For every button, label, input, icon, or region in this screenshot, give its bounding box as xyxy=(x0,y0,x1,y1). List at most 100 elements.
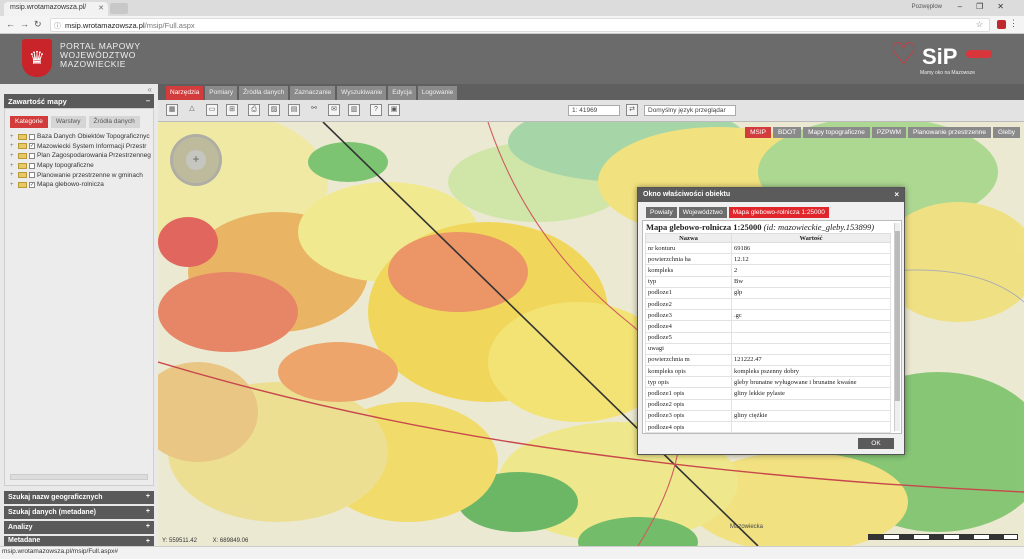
help-icon[interactable]: ? xyxy=(370,104,382,116)
dialog-titlebar[interactable]: Okno właściwości obiektu × xyxy=(638,188,904,202)
comment-icon[interactable]: ✉ xyxy=(328,104,340,116)
tab-zrodla-danych[interactable]: Źródła danych xyxy=(88,116,140,128)
tab-narzedzia[interactable]: Narzędzia xyxy=(166,86,204,100)
apply-scale-icon[interactable]: ⇄ xyxy=(626,104,638,116)
tab-edycja[interactable]: Edycja xyxy=(388,86,416,100)
layer-checkbox[interactable]: ✓ xyxy=(29,143,35,150)
layer-item[interactable]: + Plan Zagospodarowania Przestrzenneg xyxy=(10,151,152,161)
tab-zaznaczanie[interactable]: Zaznaczanie xyxy=(290,86,336,100)
scrollbar-thumb[interactable] xyxy=(895,231,900,401)
tab-wojewodztwo[interactable]: Województwo xyxy=(678,207,727,218)
reload-icon[interactable]: ↻ xyxy=(34,19,42,30)
service-pzpwm[interactable]: PZPWM xyxy=(871,127,907,138)
tab-logowanie[interactable]: Logowanie xyxy=(417,86,458,100)
dialog-content: Mapa glebowo-rolnicza 1:25000 (id: mazow… xyxy=(642,220,902,434)
expand-icon[interactable]: + xyxy=(10,134,16,140)
language-select[interactable]: Domyślny język przeglądar xyxy=(644,105,736,116)
pan-zoom-control[interactable]: + xyxy=(170,134,222,186)
service-planowanie[interactable]: Planowanie przestrzenne xyxy=(908,127,992,138)
attribute-name: podloze5 xyxy=(645,331,732,344)
print-icon[interactable]: ⎙ xyxy=(248,104,260,116)
layer-item[interactable]: + Mapy topograficzne xyxy=(10,161,152,171)
tab-powiaty[interactable]: Powiaty xyxy=(646,207,677,218)
portal-title[interactable]: PORTAL MAPOWY WOJEWÓDZTWO MAZOWIECKIE xyxy=(60,42,141,69)
layer-item[interactable]: + Planowanie przestrzenne w gminach xyxy=(10,170,152,180)
layer-tree-scrollbar[interactable] xyxy=(10,474,148,480)
browser-menu-icon[interactable]: ⋮ xyxy=(1009,18,1018,29)
bookmark-star-icon[interactable]: ☆ xyxy=(976,20,983,29)
map-content-header: Zawartość mapy – xyxy=(4,94,154,108)
layout-icon[interactable]: ▤ xyxy=(288,104,300,116)
accordion-search-metadata[interactable]: Szukaj danych (metadane) + xyxy=(4,506,154,519)
ok-button[interactable]: OK xyxy=(858,438,894,449)
forward-icon[interactable]: → xyxy=(20,19,29,29)
attribute-value xyxy=(731,342,891,355)
accordion-analyses[interactable]: Analizy + xyxy=(4,521,154,534)
column-header-name: Nazwa xyxy=(645,233,732,243)
expand-icon[interactable]: + xyxy=(10,182,16,188)
service-msip[interactable]: MSIP xyxy=(745,127,772,138)
zoom-plus-icon[interactable]: + xyxy=(186,150,206,170)
layer-item[interactable]: + ✓ Mapa glebowo-rolnicza xyxy=(10,180,152,190)
accordion-metadata[interactable]: Metadane + xyxy=(4,536,154,546)
link-icon[interactable]: ⚯ xyxy=(308,104,320,116)
feature-heading: Mapa glebowo-rolnicza 1:25000 (id: mazow… xyxy=(643,221,901,233)
layer-checkbox[interactable] xyxy=(29,162,35,169)
close-icon[interactable]: × xyxy=(894,190,899,199)
sip-logo[interactable]: ♡ SiP Mamy oko na Mazowsze xyxy=(890,40,994,78)
tab-close-icon[interactable]: ✕ xyxy=(98,4,104,12)
layer-checkbox[interactable] xyxy=(29,172,35,179)
sip-logo-subtitle: Mamy oko na Mazowsze xyxy=(920,70,976,76)
expand-icon[interactable]: + xyxy=(10,153,16,159)
scale-select[interactable]: 1: 41969 xyxy=(568,105,620,116)
layer-item[interactable]: + ✓ Mazowiecki System Informacji Przestr xyxy=(10,142,152,152)
url-field[interactable]: ⓘ msip.wrotamazowsza.pl/msip/Full.aspx ☆ xyxy=(50,18,990,32)
layer-item[interactable]: + Baza Danych Obiektów Topograficznyc xyxy=(10,132,152,142)
coord-y: Y: 559511.42 xyxy=(162,538,197,544)
expand-icon[interactable]: + xyxy=(10,143,16,149)
browser-tab[interactable]: msip.wrotamazowsza.pl/ ✕ xyxy=(4,2,108,16)
accordion-label: Szukaj danych (metadane) xyxy=(8,509,96,516)
picture-icon[interactable]: ▨ xyxy=(268,104,280,116)
info-panel-icon[interactable]: ▣ xyxy=(388,104,400,116)
accordion-search-names[interactable]: Szukaj nazw geograficznych + xyxy=(4,491,154,504)
tab-zrodla[interactable]: Źródła danych xyxy=(239,86,289,100)
service-bdot[interactable]: BDOT xyxy=(773,127,802,138)
browser-user-label[interactable]: Pozwęplow xyxy=(912,4,942,10)
tab-kategorie[interactable]: Kategorie xyxy=(10,116,48,128)
export-image-icon[interactable]: ▦ xyxy=(166,104,178,116)
layer-checkbox[interactable] xyxy=(29,133,35,140)
sip-logo-text: SiP xyxy=(922,44,958,69)
new-tab-button[interactable] xyxy=(110,3,128,14)
window-controls[interactable]: –❐✕ xyxy=(958,2,1018,11)
expand-icon[interactable]: + xyxy=(10,172,16,178)
info-icon[interactable]: ⓘ xyxy=(54,21,61,31)
attribute-name: uwagi xyxy=(645,342,732,355)
expand-icon[interactable]: + xyxy=(146,523,150,530)
extension-icon[interactable] xyxy=(997,20,1006,29)
attribute-value: 69186 xyxy=(731,241,891,255)
attribute-value: 121222.47 xyxy=(731,353,891,367)
triangle-tool-icon[interactable]: △ xyxy=(186,104,198,116)
zoom-in-box-icon[interactable]: ⊞ xyxy=(226,104,238,116)
map-icon[interactable]: ▥ xyxy=(348,104,360,116)
tab-pomiary[interactable]: Pomiary xyxy=(205,86,238,100)
tab-mapa-glebowo-rolnicza[interactable]: Mapa glebowo-rolnicza 1:25000 xyxy=(728,207,829,218)
layer-checkbox[interactable] xyxy=(29,152,35,159)
back-icon[interactable]: ← xyxy=(6,19,15,29)
expand-icon[interactable]: + xyxy=(146,538,150,545)
layer-checkbox[interactable]: ✓ xyxy=(29,181,35,188)
tab-warstwy[interactable]: Warstwy xyxy=(50,116,86,128)
minimize-icon[interactable]: – xyxy=(146,96,150,105)
tab-wyszukiwanie[interactable]: Wyszukiwanie xyxy=(337,86,387,100)
expand-icon[interactable]: + xyxy=(10,163,16,169)
zoom-extent-icon[interactable]: ▭ xyxy=(206,104,218,116)
tab-title: msip.wrotamazowsza.pl/ xyxy=(10,4,87,11)
collapse-panel-icon[interactable]: « xyxy=(148,85,152,94)
dialog-scrollbar[interactable] xyxy=(894,223,900,431)
service-gleby[interactable]: Gleby xyxy=(993,127,1020,138)
attribute-value: gliny lekkie pylaste xyxy=(731,387,891,400)
expand-icon[interactable]: + xyxy=(146,508,150,515)
service-mapy-topograficzne[interactable]: Mapy topograficzne xyxy=(803,127,870,138)
expand-icon[interactable]: + xyxy=(146,493,150,500)
